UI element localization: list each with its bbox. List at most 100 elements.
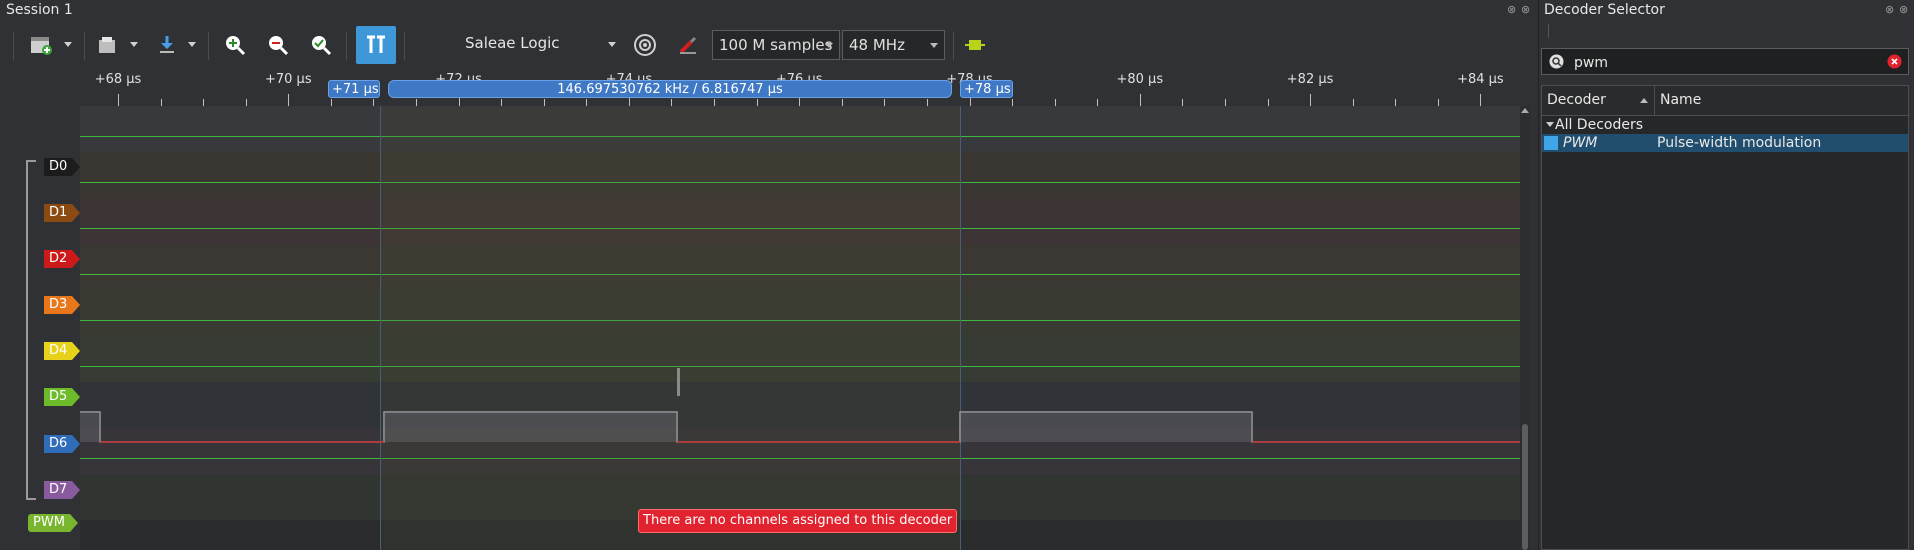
- waveform-area[interactable]: [80, 106, 1520, 550]
- ruler-tick-label: +84 µs: [1457, 72, 1504, 87]
- ruler-tick: [245, 99, 247, 106]
- channel-label-d5[interactable]: D5: [44, 388, 81, 406]
- channel-label-d4[interactable]: D4: [44, 342, 81, 360]
- vertical-scrollbar-thumb[interactable]: [1522, 424, 1528, 550]
- decoder-row-name: Pulse-width modulation: [1657, 135, 1822, 151]
- channel-label-pwm[interactable]: PWM: [28, 514, 78, 532]
- clear-search-icon[interactable]: [1887, 54, 1902, 69]
- marker-left-label[interactable]: +71 µs: [328, 80, 380, 98]
- zoom-out-button[interactable]: [263, 30, 293, 60]
- ruler-tick: [543, 99, 545, 106]
- ruler-tick: [416, 99, 418, 106]
- open-button[interactable]: [93, 30, 123, 60]
- cursor-mode-button[interactable]: [356, 26, 396, 64]
- device-settings-button[interactable]: [630, 30, 660, 60]
- decoder-color-icon: [1544, 136, 1558, 150]
- expand-chevron-icon[interactable]: [1546, 122, 1554, 127]
- channel-label-d3[interactable]: D3: [44, 296, 81, 314]
- ruler-tick: [1224, 99, 1226, 106]
- zoom-in-icon: [226, 36, 246, 56]
- ruler-tick-label: +82 µs: [1286, 72, 1334, 87]
- ruler-tick: [1437, 99, 1439, 106]
- session-title: Session 1: [6, 2, 73, 18]
- ruler-tick: [373, 99, 375, 106]
- zoom-out-icon: [269, 36, 289, 56]
- d6-waveform: [80, 368, 1520, 443]
- ruler-tick: [1012, 99, 1014, 106]
- device-name[interactable]: Saleae Logic: [465, 34, 560, 52]
- samples-select[interactable]: 100 M samples: [712, 30, 840, 60]
- download-dropdown-icon[interactable]: [188, 42, 196, 47]
- probe-icon: [679, 36, 697, 54]
- ruler-tick: [586, 99, 588, 106]
- decoder-search-input[interactable]: [1572, 51, 1876, 74]
- channel-label-d1[interactable]: D1: [44, 204, 81, 222]
- name-column-header[interactable]: Name: [1655, 86, 1905, 115]
- channel-group-bracket: [26, 160, 36, 500]
- download-button[interactable]: [152, 30, 182, 60]
- new-session-dropdown-icon[interactable]: [64, 42, 72, 47]
- decoder-column-header[interactable]: Decoder: [1542, 86, 1655, 115]
- float-panel-icon[interactable]: ⊗: [1507, 3, 1516, 16]
- zoom-fit-button[interactable]: [306, 30, 336, 60]
- ruler-tick: [1310, 94, 1312, 106]
- device-dropdown-icon[interactable]: [608, 42, 616, 47]
- rate-value: 48 MHz: [849, 36, 905, 54]
- ruler-tick: [1352, 99, 1354, 106]
- ruler-tick: [160, 99, 162, 106]
- close-decoder-panel-icon[interactable]: ⊗: [1899, 3, 1908, 16]
- decoder-table: All Decoders PWM Pulse-width modulation: [1541, 116, 1909, 550]
- zoom-in-button[interactable]: [220, 30, 250, 60]
- decoder-search[interactable]: [1541, 48, 1909, 75]
- open-dropdown-icon[interactable]: [130, 42, 138, 47]
- decoder-panel-title: Decoder Selector: [1544, 2, 1665, 18]
- new-session-icon: [31, 37, 52, 55]
- scroll-up-icon[interactable]: [1521, 108, 1529, 113]
- ruler-tick: [841, 99, 843, 106]
- channel-label-d0[interactable]: D0: [44, 158, 81, 176]
- float-decoder-panel-icon[interactable]: ⊗: [1885, 3, 1894, 16]
- record-button[interactable]: [673, 30, 703, 60]
- rate-select[interactable]: 48 MHz: [842, 30, 945, 60]
- ruler-tick: [203, 99, 205, 106]
- ruler-tick: [501, 99, 503, 106]
- ruler-tick-label: +80 µs: [1116, 72, 1164, 87]
- toolbar: Saleae Logic 100 M samples 48 MHz: [0, 24, 1536, 66]
- decoder-error-banner: There are no channels assigned to this d…: [638, 509, 958, 533]
- ruler-tick: [288, 94, 290, 106]
- decoder-table-header: Decoder Name: [1541, 85, 1909, 116]
- new-session-button[interactable]: [26, 30, 56, 60]
- ruler-tick: [1054, 99, 1056, 106]
- ruler-tick: [1139, 94, 1141, 106]
- ruler-tick-label: +68 µs: [94, 72, 142, 87]
- ruler-tick: [118, 94, 119, 106]
- decoder-row-decoder: PWM: [1563, 135, 1598, 151]
- close-panel-icon[interactable]: ⊗: [1521, 3, 1530, 16]
- marker-right-label[interactable]: +78 µs: [960, 80, 1013, 98]
- sort-ascending-icon: [1640, 98, 1648, 103]
- group-label: All Decoders: [1555, 117, 1644, 133]
- ruler-tick: [714, 99, 716, 106]
- zoom-fit-icon: [312, 36, 332, 56]
- channel-label-d6[interactable]: D6: [44, 435, 81, 453]
- decoder-row-pwm[interactable]: PWM Pulse-width modulation: [1542, 134, 1908, 152]
- ruler-tick: [884, 99, 886, 106]
- ruler-tick: [1267, 99, 1269, 106]
- samples-value: 100 M samples: [719, 36, 833, 54]
- ruler-tick: [1182, 99, 1184, 106]
- group-row-all-decoders[interactable]: All Decoders: [1542, 116, 1908, 134]
- channel-label-d2[interactable]: D2: [44, 250, 81, 268]
- search-icon: [1549, 54, 1564, 69]
- analyzers-button[interactable]: [960, 30, 990, 60]
- ruler-tick: [926, 99, 928, 106]
- ruler-tick: [330, 99, 332, 106]
- ruler-tick: [756, 99, 758, 106]
- ruler-tick: [1097, 99, 1099, 106]
- folder-icon: [99, 37, 115, 53]
- ruler-tick: [1395, 99, 1397, 106]
- ruler-tick: [671, 99, 673, 106]
- cursors-icon: [367, 35, 385, 53]
- channel-label-d7[interactable]: D7: [44, 481, 81, 499]
- measurement-label[interactable]: 146.697530762 kHz / 6.816747 µs: [388, 80, 952, 98]
- ruler-tick: [1480, 94, 1482, 106]
